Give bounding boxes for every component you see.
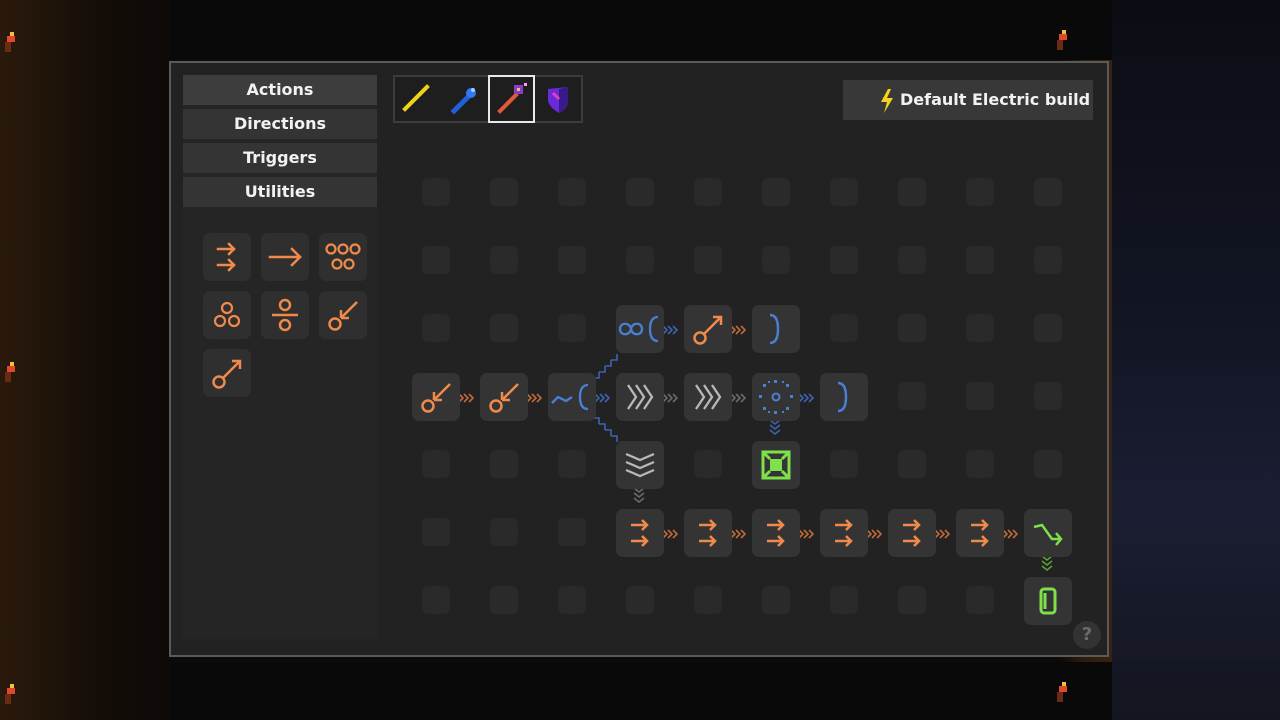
arrow-right-icon[interactable] xyxy=(261,233,309,281)
double-arrow-icon[interactable] xyxy=(203,233,251,281)
triple-chevron-icon[interactable] xyxy=(684,373,732,421)
blue-wrench-icon[interactable] xyxy=(440,75,487,123)
green-zero-icon[interactable] xyxy=(1024,577,1072,625)
branch-icon[interactable] xyxy=(548,373,596,421)
green-curve-arrow-icon[interactable] xyxy=(1024,509,1072,557)
double-arrow-icon[interactable] xyxy=(888,509,936,557)
connector-direction xyxy=(593,417,618,442)
torch-icon xyxy=(4,32,18,54)
chevron-down-icon[interactable] xyxy=(616,441,664,489)
connector-utility xyxy=(730,393,747,403)
connector-direction xyxy=(798,393,815,403)
purple-shield-icon[interactable] xyxy=(535,75,582,123)
triple-chevron-icon[interactable] xyxy=(616,373,664,421)
close-brace-icon[interactable] xyxy=(752,305,800,353)
green-target-icon[interactable] xyxy=(752,441,800,489)
connector-utility xyxy=(633,487,645,504)
category-utilities[interactable]: Utilities xyxy=(183,177,377,207)
category-directions[interactable]: Directions xyxy=(183,109,377,139)
key-up-right-icon[interactable] xyxy=(203,349,251,397)
torch-icon xyxy=(4,362,18,384)
dotted-ring-icon[interactable] xyxy=(752,373,800,421)
background-top xyxy=(170,0,1112,60)
three-circles-icon[interactable] xyxy=(203,291,251,339)
torch-icon xyxy=(1056,682,1070,704)
double-arrow-icon[interactable] xyxy=(820,509,868,557)
connector-direction xyxy=(593,354,618,379)
five-circles-icon[interactable] xyxy=(319,233,367,281)
category-actions[interactable]: Actions xyxy=(183,75,377,105)
double-arrow-icon[interactable] xyxy=(684,509,732,557)
torch-icon xyxy=(4,684,18,706)
magic-wand-icon[interactable] xyxy=(488,75,535,123)
build-label: Default Electric build xyxy=(900,90,1091,109)
double-arrow-icon[interactable] xyxy=(956,509,1004,557)
connector-direction xyxy=(769,419,781,436)
double-arrow-icon[interactable] xyxy=(616,509,664,557)
connector-trigger xyxy=(1041,555,1053,572)
connector-action xyxy=(730,325,747,335)
double-arrow-icon[interactable] xyxy=(752,509,800,557)
background-bottom xyxy=(170,662,1112,720)
default-build-button[interactable]: Default Electric build xyxy=(843,80,1093,120)
key-up-right-icon[interactable] xyxy=(684,305,732,353)
connector-action xyxy=(526,393,543,403)
infinity-branch-icon[interactable] xyxy=(616,305,664,353)
connector-action xyxy=(458,393,475,403)
background-right xyxy=(1112,0,1280,720)
connector-direction xyxy=(594,393,611,403)
connector-utility xyxy=(662,393,679,403)
background-left xyxy=(0,0,170,720)
help-button[interactable]: ? xyxy=(1073,621,1101,649)
key-down-left-icon[interactable] xyxy=(480,373,528,421)
close-brace-icon[interactable] xyxy=(820,373,868,421)
divide-icon[interactable] xyxy=(261,291,309,339)
key-down-left-icon[interactable] xyxy=(412,373,460,421)
torch-icon xyxy=(1056,30,1070,52)
connector-direction xyxy=(662,325,679,335)
key-down-left-icon[interactable] xyxy=(319,291,367,339)
yellow-beam-wand-icon[interactable] xyxy=(393,75,440,123)
lightning-bolt-icon xyxy=(879,88,895,129)
category-triggers[interactable]: Triggers xyxy=(183,143,377,173)
